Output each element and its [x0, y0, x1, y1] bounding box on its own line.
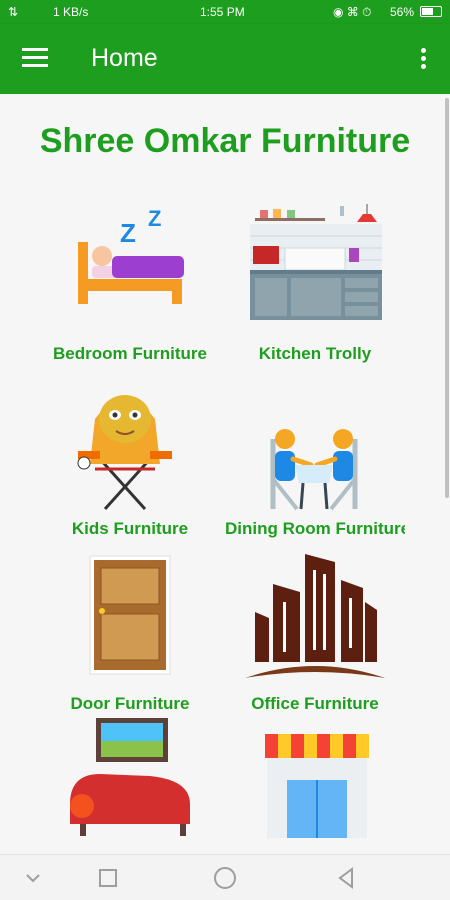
home-icon[interactable]: [210, 863, 240, 893]
status-icons: ◉ ⌘ ⏱: [333, 5, 372, 19]
system-nav-bar: [0, 854, 450, 900]
network-speed: 1 KB/s: [53, 5, 89, 19]
category-label: Kids Furniture: [71, 519, 189, 538]
app-bar: Home: [0, 24, 450, 94]
hamburger-icon[interactable]: [22, 48, 48, 68]
office-building-icon: [245, 554, 385, 678]
category-office-furniture[interactable]: Office Furniture: [225, 554, 405, 724]
category-label: Bedroom Furniture: [53, 344, 207, 363]
battery-icon: [420, 6, 442, 17]
recents-icon[interactable]: [93, 863, 123, 893]
dining-icon: [270, 429, 358, 511]
category-label: Kitchen Trolly: [258, 344, 372, 363]
clock: 1:55 PM: [200, 5, 245, 19]
category-dining-room-furniture[interactable]: Dining Room Furniture: [225, 379, 405, 549]
chevron-down-icon[interactable]: [18, 863, 48, 893]
shop-icon: [265, 734, 369, 838]
category-label: Door Furniture: [70, 694, 190, 713]
battery-percent: 56%: [390, 5, 415, 19]
category-label: Dining Room Furniture: [225, 519, 405, 538]
category-door-furniture[interactable]: Door Furniture: [40, 554, 220, 724]
category-living-room-furniture[interactable]: [40, 714, 220, 854]
category-label: Office Furniture: [251, 694, 379, 713]
back-icon[interactable]: [332, 863, 362, 893]
sofa-icon: [70, 718, 190, 836]
content-scroll[interactable]: Shree Omkar Furniture Z Z Bedroom Furnit…: [0, 94, 450, 854]
signal-icon: ⇅: [8, 5, 19, 19]
category-kitchen-trolly[interactable]: Kitchen Trolly: [225, 204, 405, 374]
bed-icon: Z Z: [78, 206, 184, 304]
door-icon: [89, 555, 171, 675]
category-kids-furniture[interactable]: Kids Furniture: [40, 379, 220, 549]
category-showroom[interactable]: [225, 714, 405, 854]
page-title: Home: [91, 44, 158, 72]
svg-text:Z: Z: [120, 218, 136, 248]
more-vert-icon[interactable]: [416, 46, 430, 72]
status-bar: ⇅ 1 KB/s 1:55 PM ◉ ⌘ ⏱ 56%: [0, 0, 450, 24]
svg-text:Z: Z: [148, 206, 161, 231]
brand-title: Shree Omkar Furniture: [39, 122, 411, 160]
category-bedroom-furniture[interactable]: Z Z Bedroom Furniture: [40, 204, 220, 374]
kitchen-icon: [250, 204, 382, 320]
kids-chair-icon: [77, 395, 172, 511]
